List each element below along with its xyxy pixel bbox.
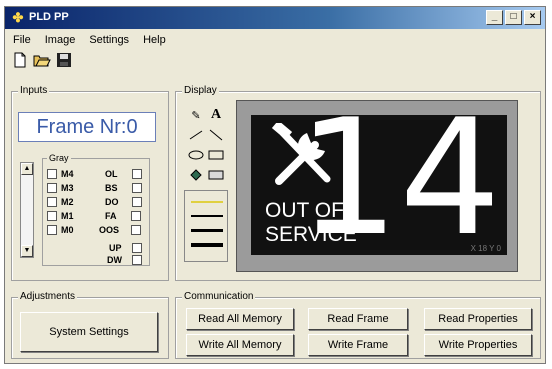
checkbox-m0[interactable] (47, 225, 57, 235)
gray-label: Gray (47, 153, 71, 163)
label-m4: M4 (61, 169, 74, 179)
communication-label: Communication (182, 291, 256, 302)
label-bs: BS (105, 183, 118, 193)
close-button[interactable]: × (524, 10, 541, 25)
system-settings-button[interactable]: System Settings (20, 312, 158, 352)
label-m3: M3 (61, 183, 74, 193)
checkbox-bs[interactable] (131, 183, 142, 193)
label-m2: M2 (61, 197, 74, 207)
label-ol: OL (105, 169, 118, 179)
resolution-label: X 18 Y 0 (470, 244, 501, 253)
display-preview[interactable]: OUT OF SERVICE 14 X 18 Y 0 (236, 93, 518, 272)
write-frame-button[interactable]: Write Frame (308, 334, 408, 356)
label-dw: DW (107, 255, 122, 265)
minimize-button[interactable]: _ (486, 10, 503, 25)
scroll-down-arrow-icon[interactable]: ▼ (21, 245, 33, 257)
menu-image[interactable]: Image (45, 34, 76, 46)
label-oos: OOS (99, 225, 120, 235)
window-title: PLD PP (29, 11, 69, 23)
line-width-3[interactable] (191, 229, 223, 232)
checkbox-do[interactable] (131, 197, 142, 207)
menu-file[interactable]: File (13, 34, 31, 46)
display-group: Display ✎ A OUT OF SERVICE 14 X 18 Y 0 (175, 85, 541, 281)
pencil-icon[interactable]: ✎ (188, 108, 204, 122)
read-frame-button[interactable]: Read Frame (308, 308, 408, 330)
read-all-memory-button[interactable]: Read All Memory (186, 308, 294, 330)
title-bar[interactable]: ✤ PLD PP _ □ × (5, 7, 545, 29)
label-m0: M0 (61, 225, 74, 235)
read-properties-button[interactable]: Read Properties (424, 308, 532, 330)
adjustments-group: Adjustments System Settings (11, 291, 169, 359)
open-icon[interactable] (33, 51, 51, 69)
write-properties-button[interactable]: Write Properties (424, 334, 532, 356)
new-icon[interactable] (11, 51, 29, 69)
checkbox-m1[interactable] (47, 211, 57, 221)
write-all-memory-button[interactable]: Write All Memory (186, 334, 294, 356)
gray-group: Gray M4 M3 M2 M1 M0 OL BS DO FA OOS UP D… (42, 153, 150, 266)
line-width-4[interactable] (191, 243, 223, 247)
inputs-label: Inputs (18, 85, 50, 96)
label-up: UP (109, 243, 122, 253)
app-icon: ✤ (12, 10, 24, 25)
inputs-group: Inputs Frame Nr:0 ▲ ▼ Gray M4 M3 M2 M1 M… (11, 85, 169, 281)
adjustments-label: Adjustments (18, 291, 78, 302)
frame-scrollbar[interactable]: ▲ ▼ (20, 162, 34, 258)
filled-rectangle-icon[interactable] (208, 168, 224, 182)
rectangle-icon[interactable] (208, 148, 224, 162)
communication-group: Communication Read All Memory Read Frame… (175, 291, 541, 359)
diagonal-line-icon[interactable] (208, 128, 224, 142)
checkbox-fa[interactable] (130, 211, 141, 221)
toolbar (11, 51, 73, 73)
label-fa: FA (105, 211, 117, 221)
checkbox-up[interactable] (131, 243, 142, 253)
fill-icon[interactable] (188, 168, 204, 182)
line-width-1[interactable] (191, 201, 223, 203)
line-width-2[interactable] (191, 215, 223, 217)
led-screen[interactable]: OUT OF SERVICE 14 X 18 Y 0 (251, 93, 507, 263)
checkbox-dw[interactable] (132, 255, 142, 265)
menu-help[interactable]: Help (143, 34, 166, 46)
save-icon[interactable] (55, 51, 73, 69)
checkbox-ol[interactable] (131, 169, 142, 179)
scroll-up-arrow-icon[interactable]: ▲ (21, 163, 33, 175)
ellipse-icon[interactable] (188, 148, 204, 162)
checkbox-oos[interactable] (131, 225, 142, 235)
display-label: Display (182, 85, 219, 96)
menu-settings[interactable]: Settings (89, 34, 129, 46)
checkbox-m4[interactable] (47, 169, 57, 179)
line-width-panel (184, 190, 228, 262)
frame-number-display: Frame Nr:0 (18, 112, 156, 142)
app-window: ✤ PLD PP _ □ × File Image Settings Help … (4, 6, 546, 364)
frame-number-large: 14 (297, 84, 501, 271)
label-do: DO (105, 197, 119, 207)
checkbox-m2[interactable] (47, 197, 57, 207)
menu-bar: File Image Settings Help (5, 31, 545, 49)
checkbox-m3[interactable] (47, 183, 57, 193)
label-m1: M1 (61, 211, 74, 221)
line-icon[interactable] (188, 128, 204, 142)
maximize-button[interactable]: □ (505, 10, 522, 25)
text-icon[interactable]: A (208, 107, 224, 122)
